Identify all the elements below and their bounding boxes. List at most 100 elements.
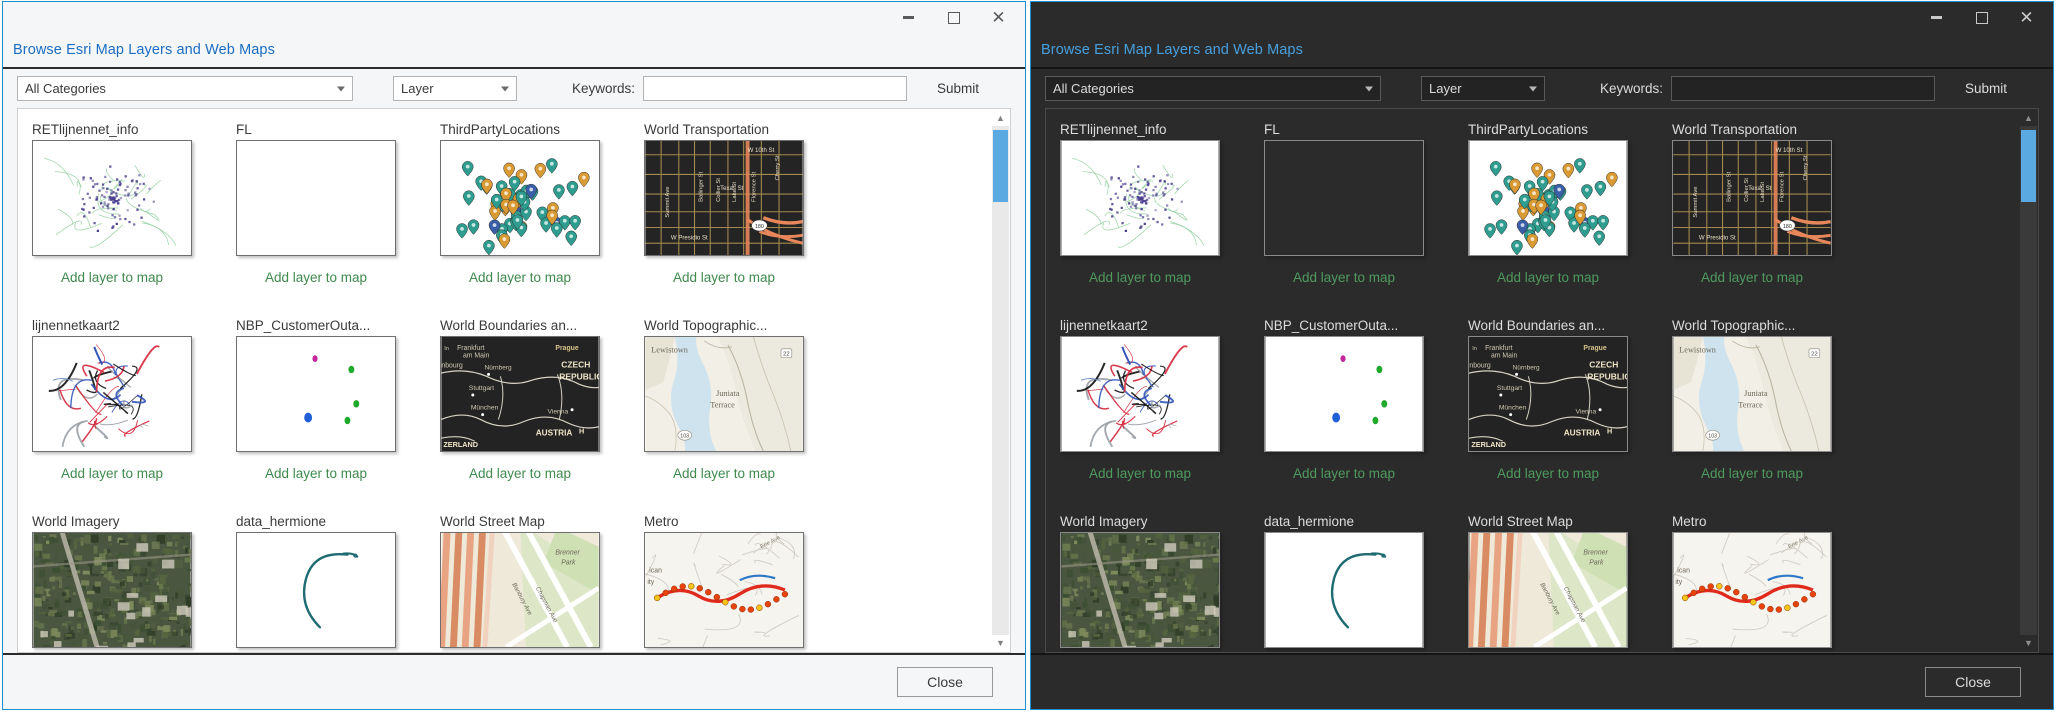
add-layer-to-map-link[interactable]: Add layer to map	[32, 466, 192, 481]
layer-thumbnail[interactable]	[1264, 532, 1424, 648]
layer-card[interactable]: FLAdd layer to map	[1264, 119, 1444, 315]
layer-card[interactable]: RETlijnennet_infoAdd layer to map	[32, 119, 212, 315]
layer-card[interactable]: data_hermione Add layer to map	[236, 511, 416, 652]
layer-thumbnail[interactable]: icanityErie Ave	[644, 532, 804, 648]
layer-card[interactable]: World Boundaries an...lnFrankfurtam Main…	[1468, 315, 1648, 511]
submit-button[interactable]: Submit	[1965, 81, 2007, 96]
layer-card[interactable]: lijnennetkaart2Add layer to map	[32, 315, 212, 511]
close-window-button[interactable]: ✕	[976, 3, 1021, 32]
submit-button[interactable]: Submit	[937, 81, 979, 96]
layer-card[interactable]: World Boundaries an...lnFrankfurtam Main…	[440, 315, 620, 511]
add-layer-to-map-link[interactable]: Add layer to map	[1060, 270, 1220, 285]
add-layer-to-map-link[interactable]: Add layer to map	[644, 466, 804, 481]
layer-card[interactable]: NBP_CustomerOuta... Add layer to map	[236, 315, 416, 511]
layer-card[interactable]: ThirdPartyLocations	[1468, 119, 1648, 315]
scroll-down-icon[interactable]: ▼	[2020, 635, 2037, 651]
add-layer-to-map-link[interactable]: Add layer to map	[440, 270, 600, 285]
layer-thumbnail[interactable]	[32, 532, 192, 648]
layer-card[interactable]: NBP_CustomerOuta... Add layer to map	[1264, 315, 1444, 511]
minimize-button[interactable]	[886, 3, 931, 32]
layer-card[interactable]: World ImageryAdd layer to map	[32, 511, 212, 652]
layer-thumbnail[interactable]	[1060, 336, 1220, 452]
layer-thumbnail[interactable]	[236, 532, 396, 648]
svg-text:Nürnberg: Nürnberg	[1513, 364, 1540, 371]
layer-thumbnail[interactable]	[1264, 336, 1424, 452]
layer-card[interactable]: FLAdd layer to map	[236, 119, 416, 315]
layer-thumbnail[interactable]	[1468, 140, 1628, 256]
add-layer-to-map-link[interactable]: Add layer to map	[1468, 466, 1628, 481]
layer-card-title: NBP_CustomerOuta...	[1264, 315, 1444, 336]
maximize-button[interactable]	[931, 3, 976, 32]
add-layer-to-map-link[interactable]: Add layer to map	[236, 270, 396, 285]
layer-card[interactable]: World Topographic...LewistownJuniataTerr…	[644, 315, 824, 511]
scrollbar-thumb[interactable]	[993, 130, 1008, 202]
layer-thumbnail[interactable]: lnFrankfurtam MainnbourgNürnbergPragueCZ…	[440, 336, 600, 452]
dialog-frame: ✕ Browse Esri Map Layers and Web Maps Al…	[1030, 1, 2054, 710]
layer-thumbnail[interactable]	[32, 140, 192, 256]
gallery-scrollbar[interactable]: ▲ ▼	[992, 110, 1009, 651]
maximize-button[interactable]	[1959, 3, 2004, 32]
scroll-down-icon[interactable]: ▼	[992, 635, 1009, 651]
layer-card[interactable]: World TransportationW 10th StTexas StBal…	[1672, 119, 1852, 315]
add-layer-to-map-link[interactable]: Add layer to map	[32, 270, 192, 285]
gallery-scrollbar[interactable]: ▲ ▼	[2020, 110, 2037, 651]
add-layer-to-map-link[interactable]: Add layer to map	[440, 466, 600, 481]
layer-thumbnail[interactable]: LewistownJuniataTerrace22103	[1672, 336, 1832, 452]
layer-card[interactable]: RETlijnennet_infoAdd layer to map	[1060, 119, 1240, 315]
layer-card[interactable]: World Topographic...LewistownJuniataTerr…	[1672, 315, 1852, 511]
keywords-input[interactable]	[643, 76, 907, 101]
add-layer-to-map-link[interactable]: Add layer to map	[1264, 270, 1424, 285]
minimize-button[interactable]	[1914, 3, 1959, 32]
browse-dialog-light: ✕ Browse Esri Map Layers and Web Maps Al…	[0, 0, 1028, 713]
layer-thumbnail[interactable]: LewistownJuniataTerrace22103	[644, 336, 804, 452]
layer-thumbnail[interactable]: W 10th StTexas StBallinger StCollier StL…	[644, 140, 804, 256]
item-type-select[interactable]: Layer	[393, 76, 517, 101]
layer-thumbnail[interactable]	[236, 336, 396, 452]
layer-thumbnail[interactable]	[1264, 140, 1424, 256]
scroll-up-icon[interactable]: ▲	[2020, 110, 2037, 126]
scrollbar-track[interactable]	[2020, 126, 2037, 635]
scroll-up-icon[interactable]: ▲	[992, 110, 1009, 126]
thumbnail-art	[1265, 141, 1423, 255]
layer-thumbnail[interactable]	[1060, 140, 1220, 256]
category-select[interactable]: All Categories	[17, 76, 353, 101]
add-layer-to-map-link[interactable]: Add layer to map	[1468, 270, 1628, 285]
add-layer-to-map-link[interactable]: Add layer to map	[1672, 270, 1832, 285]
close-button[interactable]: Close	[1925, 667, 2021, 697]
add-layer-to-map-link[interactable]: Add layer to map	[236, 466, 396, 481]
layer-thumbnail[interactable]	[440, 140, 600, 256]
layer-card[interactable]: MetroicanityErie AveAdd layer to map	[1672, 511, 1852, 652]
layer-card[interactable]: lijnennetkaart2Add layer to map	[1060, 315, 1240, 511]
svg-text:Lewistown: Lewistown	[651, 346, 688, 355]
keywords-input[interactable]	[1671, 76, 1935, 101]
category-select[interactable]: All Categories	[1045, 76, 1381, 101]
layer-card[interactable]: ThirdPartyLocations	[440, 119, 620, 315]
layer-thumbnail[interactable]: Banbury AveChapman AveBrennerPark	[1468, 532, 1628, 648]
close-button[interactable]: Close	[897, 667, 993, 697]
add-layer-to-map-link[interactable]: Add layer to map	[1060, 466, 1220, 481]
svg-text:CZECH: CZECH	[1589, 359, 1618, 369]
close-window-button[interactable]: ✕	[2004, 3, 2049, 32]
scrollbar-thumb[interactable]	[2021, 130, 2036, 202]
layer-thumbnail[interactable]: lnFrankfurtam MainnbourgNürnbergPragueCZ…	[1468, 336, 1628, 452]
layer-card[interactable]: World Street MapBanbury AveChapman AveBr…	[1468, 511, 1648, 652]
scrollbar-track[interactable]	[992, 126, 1009, 635]
layer-thumbnail[interactable]	[236, 140, 396, 256]
svg-text:ln: ln	[444, 346, 449, 352]
layer-card[interactable]: World Street MapBanbury AveChapman AveBr…	[440, 511, 620, 652]
layer-card[interactable]: MetroicanityErie AveAdd layer to map	[644, 511, 824, 652]
item-type-select[interactable]: Layer	[1421, 76, 1545, 101]
layer-thumbnail[interactable]: Banbury AveChapman AveBrennerPark	[440, 532, 600, 648]
layer-thumbnail[interactable]: W 10th StTexas StBallinger StCollier StL…	[1672, 140, 1832, 256]
svg-text:180: 180	[1783, 224, 1792, 230]
layer-card[interactable]: data_hermione Add layer to map	[1264, 511, 1444, 652]
layer-thumbnail[interactable]	[32, 336, 192, 452]
layer-thumbnail[interactable]	[1060, 532, 1220, 648]
add-layer-to-map-link[interactable]: Add layer to map	[1672, 466, 1832, 481]
add-layer-to-map-link[interactable]: Add layer to map	[1264, 466, 1424, 481]
layer-card[interactable]: World ImageryAdd layer to map	[1060, 511, 1240, 652]
add-layer-to-map-link[interactable]: Add layer to map	[644, 270, 804, 285]
layer-card[interactable]: World TransportationW 10th StTexas StBal…	[644, 119, 824, 315]
svg-text:REPUBLIC: REPUBLIC	[559, 371, 599, 381]
layer-thumbnail[interactable]: icanityErie Ave	[1672, 532, 1832, 648]
